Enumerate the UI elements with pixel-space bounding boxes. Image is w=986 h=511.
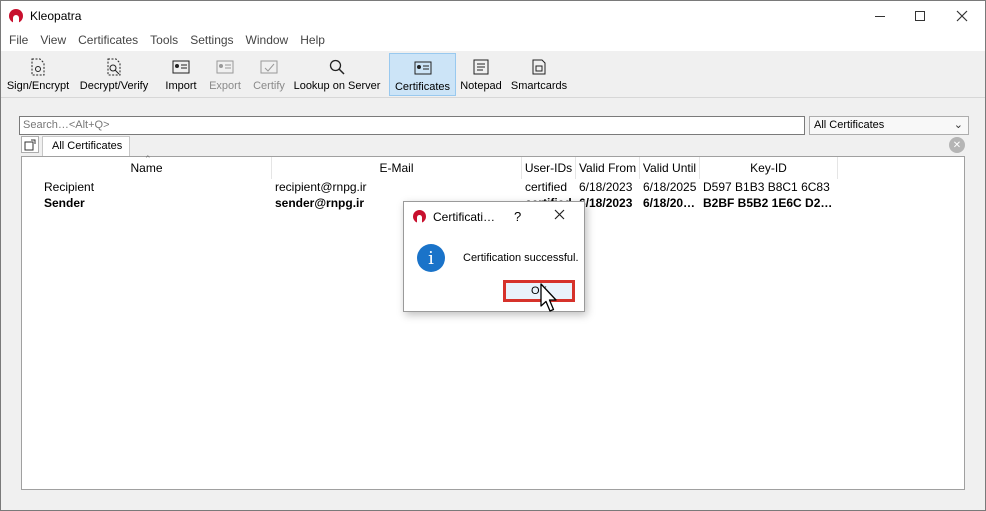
column-header-key-id[interactable]: Key-ID xyxy=(700,157,838,179)
decrypt-verify-label: Decrypt/Verify xyxy=(79,80,149,92)
table-row[interactable]: Recipient recipient@rnpg.ir certified 6/… xyxy=(22,180,964,196)
cell-key-id: D597 B1B3 B8C1 6C83 xyxy=(703,180,830,194)
column-header-user-ids[interactable]: User-IDs xyxy=(522,157,576,179)
kleopatra-window: Kleopatra File View Certificates Tools S… xyxy=(0,0,986,511)
new-tab-icon xyxy=(24,139,36,150)
new-tab-button[interactable] xyxy=(21,136,39,153)
info-icon: i xyxy=(417,244,445,272)
column-header-valid-until[interactable]: Valid Until xyxy=(640,157,700,179)
certify-label: Certify xyxy=(253,80,285,92)
tab-all-certificates[interactable]: All Certificates xyxy=(42,136,130,156)
cell-email: recipient@rnpg.ir xyxy=(275,180,367,194)
menu-certificates[interactable]: Certificates xyxy=(72,31,144,51)
notepad-icon xyxy=(472,58,490,76)
notepad-button[interactable]: Notepad xyxy=(458,53,504,96)
mouse-pointer-icon xyxy=(540,283,557,312)
import-label: Import xyxy=(165,80,197,92)
menu-settings[interactable]: Settings xyxy=(184,31,239,51)
chevron-down-icon: ⌄ xyxy=(953,119,963,131)
menu-bar: File View Certificates Tools Settings Wi… xyxy=(1,31,985,51)
certify-button[interactable]: Certify xyxy=(249,53,289,96)
search-icon xyxy=(328,58,346,76)
smartcards-label: Smartcards xyxy=(510,80,568,92)
dialog-title-bar: Certificati… ? xyxy=(404,202,584,231)
sign-encrypt-button[interactable]: Sign/Encrypt xyxy=(5,53,71,96)
sort-up-icon: ⌃ xyxy=(144,154,152,164)
smartcards-button[interactable]: Smartcards xyxy=(508,53,570,96)
close-icon xyxy=(956,10,968,22)
certificates-label: Certificates xyxy=(394,81,451,93)
certificates-view-button[interactable]: Certificates xyxy=(389,53,456,96)
cell-valid-from: 6/18/2023 xyxy=(579,196,633,210)
sign-encrypt-label: Sign/Encrypt xyxy=(6,80,70,92)
title-bar: Kleopatra xyxy=(1,1,985,31)
column-header-valid-from[interactable]: Valid From xyxy=(576,157,640,179)
menu-file[interactable]: File xyxy=(3,31,34,51)
menu-window[interactable]: Window xyxy=(240,31,295,51)
help-button[interactable]: ? xyxy=(514,209,521,224)
menu-view[interactable]: View xyxy=(34,31,72,51)
decrypt-verify-button[interactable]: Decrypt/Verify xyxy=(77,53,151,96)
close-icon xyxy=(554,209,565,220)
column-header-email[interactable]: E-Mail xyxy=(272,157,522,179)
dialog-message: Certification successful. xyxy=(463,252,579,264)
toolbar: Sign/Encrypt Decrypt/Verify Import Expor… xyxy=(1,51,985,98)
lookup-on-server-label: Lookup on Server xyxy=(293,80,381,92)
maximize-button[interactable] xyxy=(897,1,943,31)
lookup-on-server-button[interactable]: Lookup on Server xyxy=(293,53,381,96)
export-label: Export xyxy=(209,80,241,92)
certificate-icon xyxy=(414,59,432,77)
minimize-icon xyxy=(875,15,885,17)
menu-tools[interactable]: Tools xyxy=(144,31,184,51)
menu-help[interactable]: Help xyxy=(294,31,331,51)
cell-valid-from: 6/18/2023 xyxy=(579,180,633,194)
search-input[interactable]: Search…<Alt+Q> xyxy=(19,116,805,135)
export-icon xyxy=(216,58,234,76)
notepad-label: Notepad xyxy=(460,80,502,92)
cell-user-ids: certified xyxy=(525,180,568,194)
column-header-name[interactable]: ⌃ Name xyxy=(22,154,272,179)
filter-selected-value: All Certificates xyxy=(814,119,885,131)
cell-name: Recipient xyxy=(44,180,95,194)
kleopatra-logo-icon xyxy=(9,9,23,23)
dialog-title: Certificati… xyxy=(433,210,496,224)
cell-key-id: B2BF B5B2 1E6C D2… xyxy=(703,196,833,210)
export-button[interactable]: Export xyxy=(205,53,245,96)
cell-name: Sender xyxy=(44,196,85,210)
import-button[interactable]: Import xyxy=(161,53,201,96)
cell-valid-until: 6/18/2025 xyxy=(643,180,697,194)
sign-encrypt-icon xyxy=(29,58,47,76)
close-window-button[interactable] xyxy=(939,1,985,31)
maximize-icon xyxy=(915,11,925,21)
kleopatra-logo-icon xyxy=(413,210,426,223)
smartcard-icon xyxy=(530,58,548,76)
import-icon xyxy=(172,58,190,76)
close-tab-icon[interactable]: ✕ xyxy=(949,137,965,153)
dialog-close-button[interactable] xyxy=(554,207,565,224)
cell-valid-until: 6/18/20… xyxy=(643,196,696,210)
window-title: Kleopatra xyxy=(30,9,82,23)
certify-icon xyxy=(260,58,278,76)
decrypt-verify-icon xyxy=(105,58,123,76)
certificate-filter-select[interactable]: All Certificates ⌄ xyxy=(809,116,969,135)
